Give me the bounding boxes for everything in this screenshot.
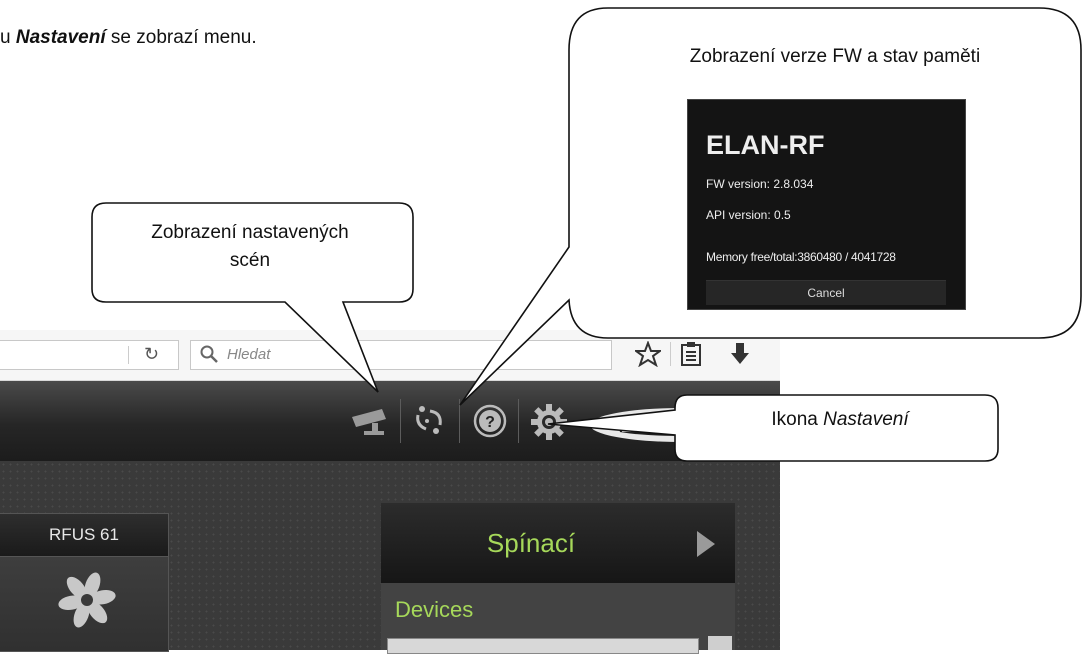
scenes-callout-text: Zobrazení nastavených scén bbox=[95, 219, 405, 275]
api-version: API version: 0.5 bbox=[706, 208, 791, 222]
fw-callout-title: Zobrazení verze FW a stav paměti bbox=[689, 46, 981, 67]
settings-callout-text: Ikona Nastavení bbox=[690, 409, 990, 431]
memory-status: Memory free/total:3860480 / 4041728 bbox=[706, 250, 896, 264]
fw-version: FW version: 2.8.034 bbox=[706, 177, 814, 191]
settings-callout-italic: Nastavení bbox=[823, 409, 909, 430]
settings-callout-prefix: Ikona bbox=[771, 409, 824, 430]
scenes-callout-line2: scén bbox=[229, 250, 271, 271]
fw-info-dialog: ELAN-RF FW version: 2.8.034 API version:… bbox=[687, 99, 966, 310]
device-name: ELAN-RF bbox=[706, 130, 825, 160]
callout-shapes bbox=[91, 7, 1082, 462]
cancel-button[interactable]: Cancel bbox=[706, 280, 946, 305]
scenes-callout-line1: Zobrazení nastavených bbox=[151, 222, 349, 243]
